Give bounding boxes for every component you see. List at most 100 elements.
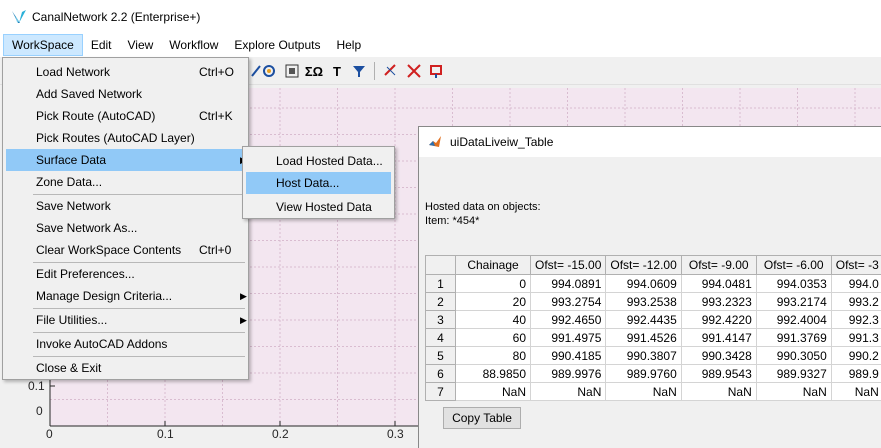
table-cell[interactable]: 992.4650 — [529, 310, 607, 329]
menu-item-label: Surface Data — [36, 153, 107, 167]
table-cell[interactable]: 989.9 — [830, 364, 881, 383]
menu-item-invoke-autocad-addons[interactable]: Invoke AutoCAD Addons — [6, 333, 245, 355]
row-header[interactable]: 1 — [425, 274, 456, 293]
table-cell[interactable]: 992.3 — [830, 310, 881, 329]
menu-item-pick-routes-layer[interactable]: Pick Routes (AutoCAD Layer) — [6, 127, 245, 149]
table-cell[interactable]: 990.4185 — [529, 346, 607, 365]
table-cell[interactable]: 993.2174 — [755, 292, 832, 311]
menu-item-manage-design-criteria[interactable]: Manage Design Criteria... ▶ — [6, 285, 247, 307]
menu-item-view-hosted-data[interactable]: View Hosted Data — [246, 196, 391, 218]
table-cell[interactable]: 991.3769 — [755, 328, 832, 347]
settings-tool-icon[interactable] — [259, 61, 279, 81]
column-header[interactable]: Chainage — [455, 255, 531, 275]
table-cell[interactable]: 991.4147 — [680, 328, 757, 347]
table-cell[interactable]: 993.2 — [830, 292, 881, 311]
menu-workflow[interactable]: Workflow — [161, 34, 226, 56]
remove-marker-icon[interactable] — [404, 61, 424, 81]
table-row[interactable]: 1 0 994.0891 994.0609 994.0481 994.0353 994.0 — [425, 274, 881, 293]
column-header[interactable]: Ofst= -6.00 — [755, 255, 832, 275]
table-cell[interactable]: 991.4526 — [605, 328, 682, 347]
table-cell[interactable]: 990.3050 — [755, 346, 832, 365]
data-window-titlebar[interactable]: uiDataLiveiw_Table — [419, 127, 881, 157]
table-cell[interactable]: NaN — [830, 382, 881, 401]
column-header[interactable]: Ofst= -3 — [830, 255, 881, 275]
table-cell[interactable]: 989.9976 — [529, 364, 607, 383]
menu-item-close-exit[interactable]: Close & Exit — [6, 357, 245, 379]
table-cell[interactable]: 80 — [455, 346, 531, 365]
table-cell[interactable]: 40 — [455, 310, 531, 329]
table-cell[interactable]: NaN — [529, 382, 607, 401]
row-header[interactable]: 3 — [425, 310, 456, 329]
table-row[interactable]: 4 60 991.4975 991.4526 991.4147 991.3769 991.3 — [425, 328, 881, 347]
menu-item-zone-data[interactable]: Zone Data... — [6, 171, 245, 193]
table-cell[interactable]: 989.9543 — [680, 364, 757, 383]
table-cell[interactable]: 993.2323 — [680, 292, 757, 311]
menu-item-load-network[interactable]: Load Network Ctrl+O — [6, 61, 245, 83]
menu-item-surface-data[interactable]: Surface Data ▶ — [6, 149, 247, 171]
menu-view[interactable]: View — [120, 34, 162, 56]
table-cell[interactable]: 993.2754 — [529, 292, 607, 311]
table-cell[interactable]: 991.3 — [830, 328, 881, 347]
y-tick-label: 0 — [36, 404, 43, 418]
table-row[interactable]: 7 NaN NaN NaN NaN NaN NaN — [425, 382, 881, 401]
table-cell[interactable]: 989.9327 — [755, 364, 832, 383]
table-cell[interactable]: NaN — [755, 382, 832, 401]
menu-explore-outputs[interactable]: Explore Outputs — [226, 34, 328, 56]
table-cell[interactable]: 991.4975 — [529, 328, 607, 347]
table-cell[interactable]: 20 — [455, 292, 531, 311]
menu-item-host-data[interactable]: Host Data... — [246, 172, 391, 194]
data-table[interactable]: Chainage Ofst= -15.00 Ofst= -12.00 Ofst=… — [425, 255, 881, 401]
column-header[interactable]: Ofst= -15.00 — [529, 255, 607, 275]
table-cell[interactable]: NaN — [455, 382, 531, 401]
table-cell[interactable]: NaN — [680, 382, 757, 401]
table-cell[interactable]: 88.9850 — [455, 364, 531, 383]
copy-table-button[interactable]: Copy Table — [443, 407, 521, 429]
menu-item-add-saved-network[interactable]: Add Saved Network — [6, 83, 245, 105]
menu-item-save-network[interactable]: Save Network — [6, 195, 245, 217]
table-cell[interactable]: 992.4004 — [755, 310, 832, 329]
menu-item-pick-route[interactable]: Pick Route (AutoCAD) Ctrl+K — [6, 105, 245, 127]
table-cell[interactable]: 992.4220 — [680, 310, 757, 329]
row-header[interactable]: 2 — [425, 292, 456, 311]
column-header[interactable]: Ofst= -9.00 — [680, 255, 757, 275]
menu-help[interactable]: Help — [328, 34, 369, 56]
menu-item-file-utilities[interactable]: File Utilities... ▶ — [6, 309, 247, 331]
table-cell[interactable]: 993.2538 — [605, 292, 682, 311]
table-cell[interactable]: 994.0 — [830, 274, 881, 293]
menu-item-save-network-as[interactable]: Save Network As... — [6, 217, 245, 239]
table-row[interactable]: 6 88.9850 989.9976 989.9760 989.9543 989.9327… — [425, 364, 881, 383]
table-cell[interactable]: 0 — [455, 274, 531, 293]
menu-item-edit-preferences[interactable]: Edit Preferences... — [6, 263, 245, 285]
table-cell[interactable]: 994.0609 — [605, 274, 682, 293]
x-tick-label: 0.2 — [272, 427, 289, 441]
row-header[interactable]: 7 — [425, 382, 456, 401]
table-row[interactable]: 5 80 990.4185 990.3807 990.3428 990.3050 990.2 — [425, 346, 881, 365]
text-tool-icon[interactable]: T — [327, 61, 347, 81]
menu-item-load-hosted-data[interactable]: Load Hosted Data... — [246, 150, 391, 172]
table-cell[interactable]: 990.3428 — [680, 346, 757, 365]
table-cell[interactable]: 994.0481 — [680, 274, 757, 293]
table-cell[interactable]: 60 — [455, 328, 531, 347]
table-row[interactable]: 2 20 993.2754 993.2538 993.2323 993.2174 993.2 — [425, 292, 881, 311]
table-cell[interactable]: 989.9760 — [605, 364, 682, 383]
sigma-tool-icon[interactable]: ΣΩ — [304, 61, 324, 81]
row-header[interactable]: 4 — [425, 328, 456, 347]
table-cell[interactable]: 994.0891 — [529, 274, 607, 293]
add-marker-icon[interactable] — [381, 61, 401, 81]
table-cell[interactable]: 990.2 — [830, 346, 881, 365]
table-cell[interactable]: 994.0353 — [755, 274, 832, 293]
filter-tool-icon[interactable] — [349, 61, 369, 81]
row-header[interactable]: 6 — [425, 364, 456, 383]
table-row[interactable]: 3 40 992.4650 992.4435 992.4220 992.4004 992.3 — [425, 310, 881, 329]
menu-edit[interactable]: Edit — [83, 34, 120, 56]
row-header[interactable]: 5 — [425, 346, 456, 365]
flag-marker-icon[interactable] — [426, 61, 446, 81]
menu-item-clear-workspace[interactable]: Clear WorkSpace Contents Ctrl+0 — [6, 239, 245, 261]
column-header[interactable]: Ofst= -12.00 — [605, 255, 682, 275]
grid-tool-icon[interactable] — [282, 61, 302, 81]
table-cell[interactable]: 992.4435 — [605, 310, 682, 329]
menu-workspace[interactable]: WorkSpace — [3, 34, 83, 56]
table-cell[interactable]: NaN — [605, 382, 682, 401]
table-cell[interactable]: 990.3807 — [605, 346, 682, 365]
menu-item-label: Host Data... — [276, 176, 340, 190]
